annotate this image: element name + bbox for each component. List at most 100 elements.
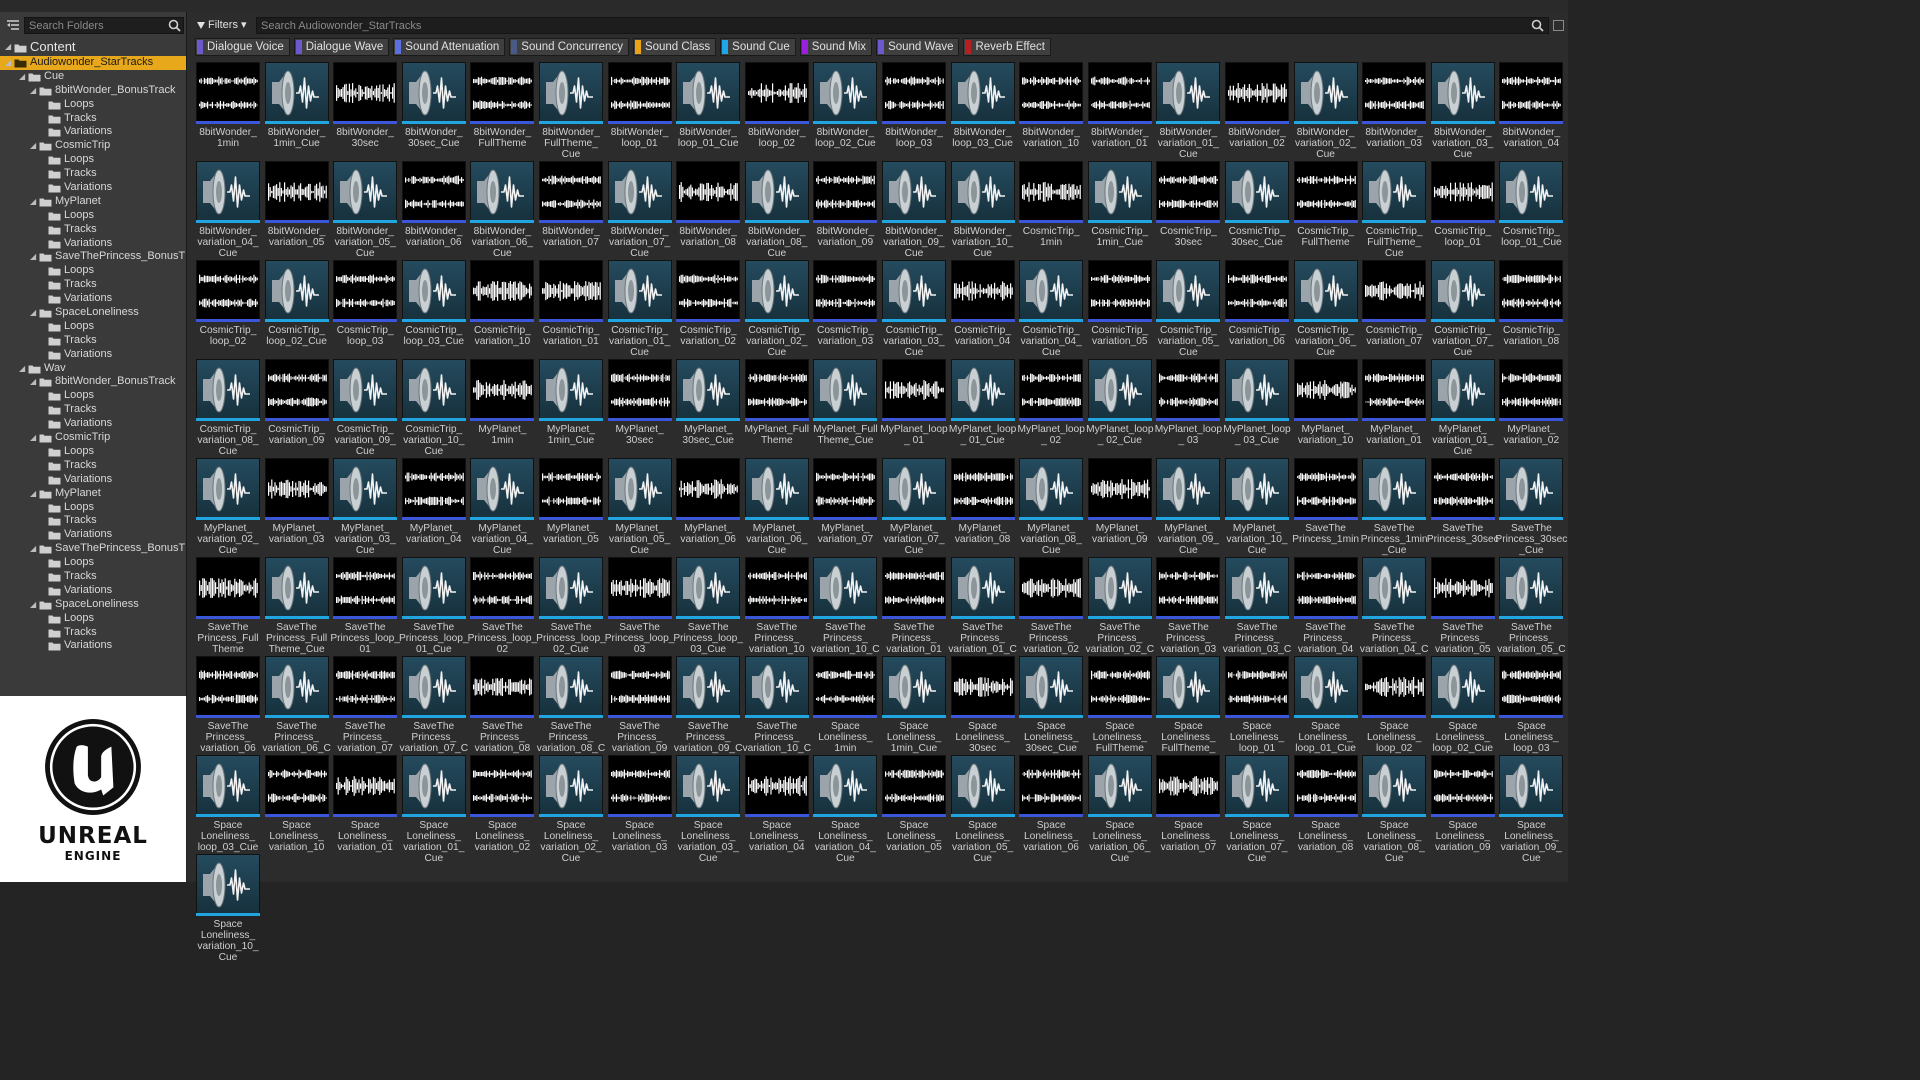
filters-button[interactable]: Filters ▾: [197, 17, 251, 33]
asset-tile-sound-wave[interactable]: Space Loneliness_ 1min: [812, 654, 878, 754]
asset-tile-sound-cue[interactable]: 8bitWonder_ variation_08_ Cue: [744, 159, 810, 259]
asset-tile-sound-wave[interactable]: CosmicTrip_ loop_01: [1430, 159, 1496, 256]
asset-tile-sound-wave[interactable]: SaveThe Princess_ variation_06: [195, 654, 261, 754]
folder-spaceloneliness[interactable]: ◢ SpaceLoneliness: [0, 598, 186, 612]
asset-tile-sound-cue[interactable]: MyPlanet_ 1min_Cue: [538, 357, 604, 454]
asset-tile-sound-cue[interactable]: SaveThe Princess_ variation_04_Cue: [1360, 555, 1428, 666]
asset-tile-sound-cue[interactable]: MyPlanet_ variation_10_ Cue: [1224, 456, 1290, 556]
folder-tracks[interactable]: Tracks: [0, 278, 186, 292]
asset-tile-sound-cue[interactable]: MyPlanet_loop_ 02_Cue: [1086, 357, 1154, 454]
asset-tile-sound-cue[interactable]: 8bitWonder_ variation_05_ Cue: [332, 159, 398, 259]
asset-tile-sound-wave[interactable]: MyPlanet_Full Theme: [744, 357, 810, 454]
asset-tile-sound-wave[interactable]: MyPlanet_ variation_09: [1087, 456, 1153, 553]
asset-tile-sound-cue[interactable]: Space Loneliness_ variation_08_ Cue: [1361, 753, 1427, 864]
asset-tile-sound-wave[interactable]: CosmicTrip_ variation_07: [1361, 258, 1427, 355]
asset-tile-sound-wave[interactable]: 8bitWonder_ variation_01: [1087, 60, 1153, 157]
asset-tile-sound-cue[interactable]: MyPlanet_ 30sec_Cue: [675, 357, 741, 454]
asset-tile-sound-wave[interactable]: 8bitWonder_ variation_08: [675, 159, 741, 256]
asset-tile-sound-wave[interactable]: Space Loneliness_ variation_06: [1018, 753, 1084, 853]
asset-tile-sound-wave[interactable]: Space Loneliness_ variation_10: [264, 753, 330, 853]
asset-tile-sound-wave[interactable]: Space Loneliness_ variation_04: [744, 753, 810, 853]
asset-tile-sound-wave[interactable]: CosmicTrip_ variation_09: [264, 357, 330, 454]
asset-tile-sound-wave[interactable]: CosmicTrip_ variation_03: [812, 258, 878, 355]
filter-chip-reverb-effect[interactable]: Reverb Effect: [963, 38, 1051, 56]
folder-content[interactable]: ◢ Content: [0, 40, 186, 56]
asset-tile-sound-cue[interactable]: Space Loneliness_ variation_01_ Cue: [401, 753, 467, 864]
asset-tile-sound-wave[interactable]: MyPlanet_loop_ 01: [880, 357, 948, 454]
search-folders-field[interactable]: [24, 17, 184, 34]
asset-tile-sound-cue[interactable]: Space Loneliness_ 30sec_Cue: [1018, 654, 1084, 754]
asset-tile-sound-cue[interactable]: Space Loneliness_ variation_02_ Cue: [538, 753, 604, 864]
asset-tile-sound-wave[interactable]: CosmicTrip_ loop_02: [195, 258, 261, 355]
asset-tile-sound-cue[interactable]: SaveThe Princess_loop_ 01_Cue: [399, 555, 469, 655]
asset-tile-sound-cue[interactable]: 8bitWonder_ variation_02_ Cue: [1293, 60, 1359, 160]
asset-tile-sound-wave[interactable]: MyPlanet_ 30sec: [607, 357, 673, 454]
asset-tile-sound-cue[interactable]: MyPlanet_ variation_08_ Cue: [1018, 456, 1084, 556]
asset-tile-sound-wave[interactable]: Space Loneliness_ variation_05: [881, 753, 947, 853]
asset-tile-sound-wave[interactable]: SaveThe Princess_ variation_05: [1430, 555, 1496, 655]
asset-tile-sound-wave[interactable]: 8bitWonder_ loop_01: [607, 60, 673, 157]
asset-tile-sound-wave[interactable]: CosmicTrip_ FullTheme: [1293, 159, 1359, 256]
folder-wav[interactable]: ◢ Wav: [0, 362, 186, 376]
folder-tracks[interactable]: Tracks: [0, 459, 186, 473]
asset-tile-sound-wave[interactable]: Space Loneliness_ variation_07: [1155, 753, 1221, 853]
sources-toggle-icon[interactable]: [6, 18, 20, 32]
asset-tile-sound-cue[interactable]: SaveThe Princess_ variation_08_Cue: [537, 654, 605, 765]
asset-tile-sound-cue[interactable]: MyPlanet_ variation_02_ Cue: [195, 456, 261, 556]
folder-variations[interactable]: Variations: [0, 584, 186, 598]
folder-loops[interactable]: Loops: [0, 389, 186, 403]
asset-tile-sound-wave[interactable]: 8bitWonder_ variation_02: [1224, 60, 1290, 157]
filter-chip-dialogue-wave[interactable]: Dialogue Wave: [293, 38, 390, 56]
asset-tile-sound-cue[interactable]: Space Loneliness_ variation_04_ Cue: [812, 753, 878, 864]
folder-variations[interactable]: Variations: [0, 125, 186, 139]
folder-spaceloneliness[interactable]: ◢ SpaceLoneliness: [0, 306, 186, 320]
folder-cue[interactable]: ◢ Cue: [0, 70, 186, 84]
asset-tile-sound-cue[interactable]: CosmicTrip_ loop_03_Cue: [401, 258, 467, 355]
asset-tile-sound-cue[interactable]: Space Loneliness_ loop_03_Cue: [195, 753, 261, 853]
folder-loops[interactable]: Loops: [0, 264, 186, 278]
filter-chip-sound-wave[interactable]: Sound Wave: [876, 38, 960, 56]
asset-tile-sound-wave[interactable]: CosmicTrip_ variation_02: [675, 258, 741, 355]
asset-tile-sound-cue[interactable]: 8bitWonder_ variation_10_ Cue: [950, 159, 1016, 259]
asset-tile-sound-wave[interactable]: Space Loneliness_ variation_03: [607, 753, 673, 853]
folder-loops[interactable]: Loops: [0, 209, 186, 223]
asset-tile-sound-wave[interactable]: SaveThe Princess_loop_ 03: [605, 555, 674, 655]
asset-tile-sound-wave[interactable]: MyPlanet_ variation_06: [675, 456, 741, 553]
asset-tile-sound-cue[interactable]: CosmicTrip_ variation_02_ Cue: [744, 258, 810, 358]
folder-8bitwonder-bonustrack[interactable]: ◢ 8bitWonder_BonusTrack: [0, 375, 186, 389]
folder-variations[interactable]: Variations: [0, 348, 186, 362]
asset-tile-sound-wave[interactable]: 8bitWonder_ variation_07: [538, 159, 604, 256]
folder-variations[interactable]: Variations: [0, 292, 186, 306]
search-icon[interactable]: [1531, 19, 1544, 32]
asset-tile-sound-wave[interactable]: CosmicTrip_ loop_03: [332, 258, 398, 355]
folder-savetheprincess-bonust[interactable]: ◢ SaveThePrincess_BonusT: [0, 250, 186, 264]
folder-cosmictrip[interactable]: ◢ CosmicTrip: [0, 139, 186, 153]
asset-tile-sound-cue[interactable]: 8bitWonder_ variation_06_ Cue: [469, 159, 535, 259]
asset-tile-sound-wave[interactable]: SaveThe Princess_Full Theme: [195, 555, 261, 655]
asset-tile-sound-wave[interactable]: SaveThe Princess_ variation_07: [332, 654, 398, 754]
filter-chip-sound-class[interactable]: Sound Class: [632, 38, 717, 56]
asset-tile-sound-cue[interactable]: 8bitWonder_ 30sec_Cue: [401, 60, 467, 157]
asset-tile-sound-wave[interactable]: MyPlanet_ variation_08: [950, 456, 1016, 553]
filter-chip-sound-cue[interactable]: Sound Cue: [720, 38, 796, 56]
folder-loops[interactable]: Loops: [0, 153, 186, 167]
filter-chip-dialogue-voice[interactable]: Dialogue Voice: [195, 38, 290, 56]
asset-tile-sound-wave[interactable]: Space Loneliness_ variation_01: [332, 753, 398, 853]
asset-tile-sound-cue[interactable]: 8bitWonder_ loop_01_Cue: [675, 60, 741, 157]
asset-tile-sound-wave[interactable]: 8bitWonder_ variation_06: [401, 159, 467, 256]
asset-tile-sound-wave[interactable]: Space Loneliness_ loop_01: [1224, 654, 1290, 754]
folder-variations[interactable]: Variations: [0, 181, 186, 195]
asset-tile-sound-wave[interactable]: SaveThe Princess_30sec: [1427, 456, 1499, 553]
folder-variations[interactable]: Variations: [0, 639, 186, 653]
folder-variations[interactable]: Variations: [0, 417, 186, 431]
folder-myplanet[interactable]: ◢ MyPlanet: [0, 195, 186, 209]
folder-loops[interactable]: Loops: [0, 501, 186, 515]
asset-tile-sound-cue[interactable]: CosmicTrip_ variation_09_ Cue: [332, 357, 398, 457]
asset-tile-sound-cue[interactable]: MyPlanet_Full Theme_Cue: [812, 357, 878, 454]
asset-tile-sound-wave[interactable]: 8bitWonder_ 30sec: [332, 60, 398, 157]
asset-tile-sound-cue[interactable]: SaveThe Princess_ variation_10_Cue: [743, 654, 811, 765]
folder-variations[interactable]: Variations: [0, 473, 186, 487]
asset-tile-sound-cue[interactable]: 8bitWonder_ loop_03_Cue: [950, 60, 1016, 157]
asset-tile-sound-cue[interactable]: SaveThe Princess_1min _Cue: [1361, 456, 1428, 556]
asset-tile-sound-wave[interactable]: MyPlanet_ variation_03: [264, 456, 330, 553]
